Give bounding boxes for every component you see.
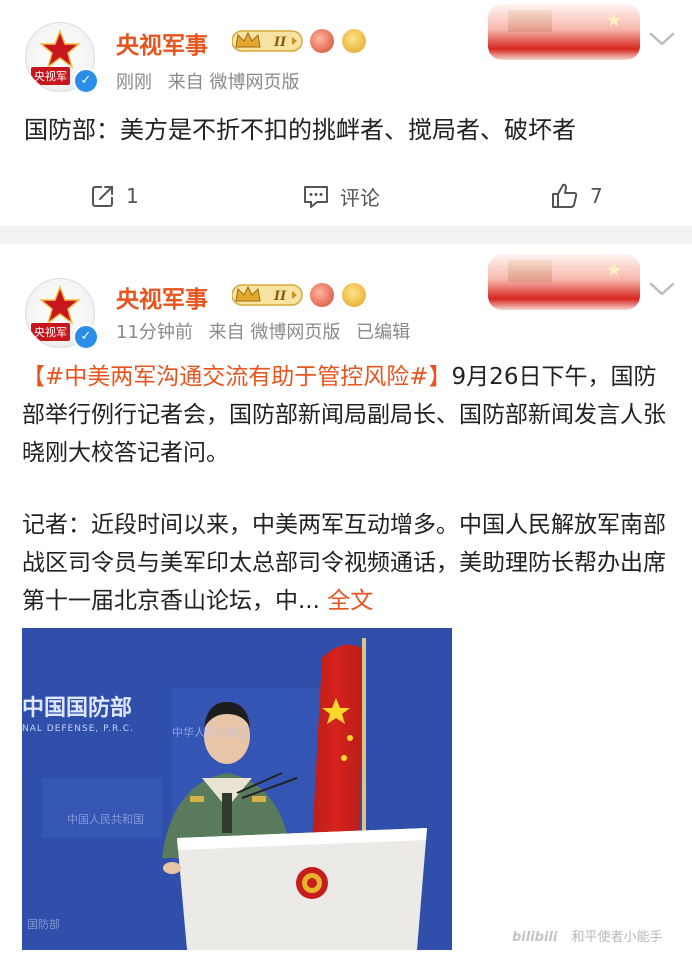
banner-star-icon: ★ (605, 260, 622, 281)
svg-text:中华人民共和国: 中华人民共和国 (172, 725, 249, 739)
post-time: 11分钟前 (116, 322, 193, 343)
svg-text:II: II (273, 35, 287, 50)
banner-image: ★ (488, 254, 640, 310)
red-star-icon (38, 285, 82, 325)
author-name[interactable]: 央视军事 (116, 26, 208, 60)
watermark-text: 和平使者小能手 (571, 930, 663, 945)
hashtag-link[interactable]: 【#中美两军沟通交流有助于管控风险#】 (22, 364, 452, 390)
smiley-badge-icon[interactable] (342, 283, 366, 307)
red-star-icon (38, 29, 82, 69)
weibo-post-2: 央视军 ✓ 央视军事 II 11分钟前 来自 微博网页版 已编辑 ★ 【#中美两… (0, 244, 692, 960)
crown-badge-icon[interactable]: II (232, 282, 304, 308)
like-icon (552, 183, 578, 208)
author-name[interactable]: 央视军事 (116, 280, 208, 314)
post-meta: 刚刚 来自 微博网页版 (116, 68, 309, 94)
avatar-label: 央视军 (31, 323, 70, 341)
banner-star-icon: ★ (605, 10, 622, 31)
post-time: 刚刚 (116, 72, 152, 93)
share-icon (92, 186, 113, 207)
photo-wall-text: 中国国防部 (22, 696, 133, 721)
avatar-label: 央视军 (31, 67, 70, 85)
crown-badge-icon[interactable]: II (232, 28, 304, 54)
comment-button[interactable]: 评论 (302, 176, 380, 216)
comment-icon (304, 186, 328, 208)
post-body-paragraph-2: 记者：近段时间以来，中美两军互动增多。中国人民解放军南部战区司令员与美军印太总部… (22, 506, 674, 620)
share-count: 1 (126, 184, 139, 208)
svg-text:中国人民共和国: 中国人民共和国 (67, 813, 144, 826)
share-button[interactable]: 1 (90, 176, 139, 216)
medal-badge-icon[interactable] (310, 283, 334, 307)
chevron-down-icon[interactable] (648, 30, 676, 48)
post-photo[interactable]: 中华人民共和国 中国人民共和国 国防部 中国国防部 NAL DEFENSE, P… (22, 628, 452, 950)
smiley-badge-icon[interactable] (342, 29, 366, 53)
full-text-link[interactable]: 全文 (320, 588, 373, 614)
post-title: 国防部：美方是不折不扣的挑衅者、搅局者、破坏者 (24, 116, 576, 144)
verified-icon: ✓ (73, 68, 99, 94)
medal-badge-icon[interactable] (310, 29, 334, 53)
bilibili-logo: bilibili (512, 930, 558, 945)
like-button[interactable]: 7 (550, 176, 603, 216)
post-body-paragraph-1: 【#中美两军沟通交流有助于管控风险#】9月26日下午，国防部举行例行记者会，国防… (22, 358, 674, 472)
post-actions: 1 评论 7 (0, 176, 692, 216)
watermark: bilibili 和平使者小能手 (512, 926, 663, 945)
chevron-down-icon[interactable] (648, 280, 676, 298)
edited-label: 已编辑 (356, 322, 411, 343)
like-count: 7 (590, 184, 603, 208)
post-source: 来自 微博网页版 (208, 322, 341, 343)
svg-text:国防部: 国防部 (27, 917, 60, 931)
svg-text:II: II (273, 289, 287, 304)
weibo-post-1: 央视军 ✓ 央视军事 II 刚刚 来自 微博网页版 ★ 国防部：美方是不折不扣的… (0, 0, 692, 224)
verified-icon: ✓ (73, 324, 99, 350)
press-conference-scene: 中华人民共和国 中国人民共和国 国防部 (22, 628, 452, 950)
weibo-feed-screen: 央视军 ✓ 央视军事 II 刚刚 来自 微博网页版 ★ 国防部：美方是不折不扣的… (0, 0, 692, 960)
comment-label: 评论 (340, 185, 380, 210)
banner-image: ★ (488, 4, 640, 60)
post-source: 来自 微博网页版 (167, 72, 300, 93)
banner-building (508, 10, 552, 32)
post-separator (0, 226, 692, 244)
banner-building (508, 260, 552, 282)
post-meta: 11分钟前 来自 微博网页版 已编辑 (116, 318, 420, 344)
photo-wall-subtext: NAL DEFENSE, P.R.C. (22, 724, 134, 734)
